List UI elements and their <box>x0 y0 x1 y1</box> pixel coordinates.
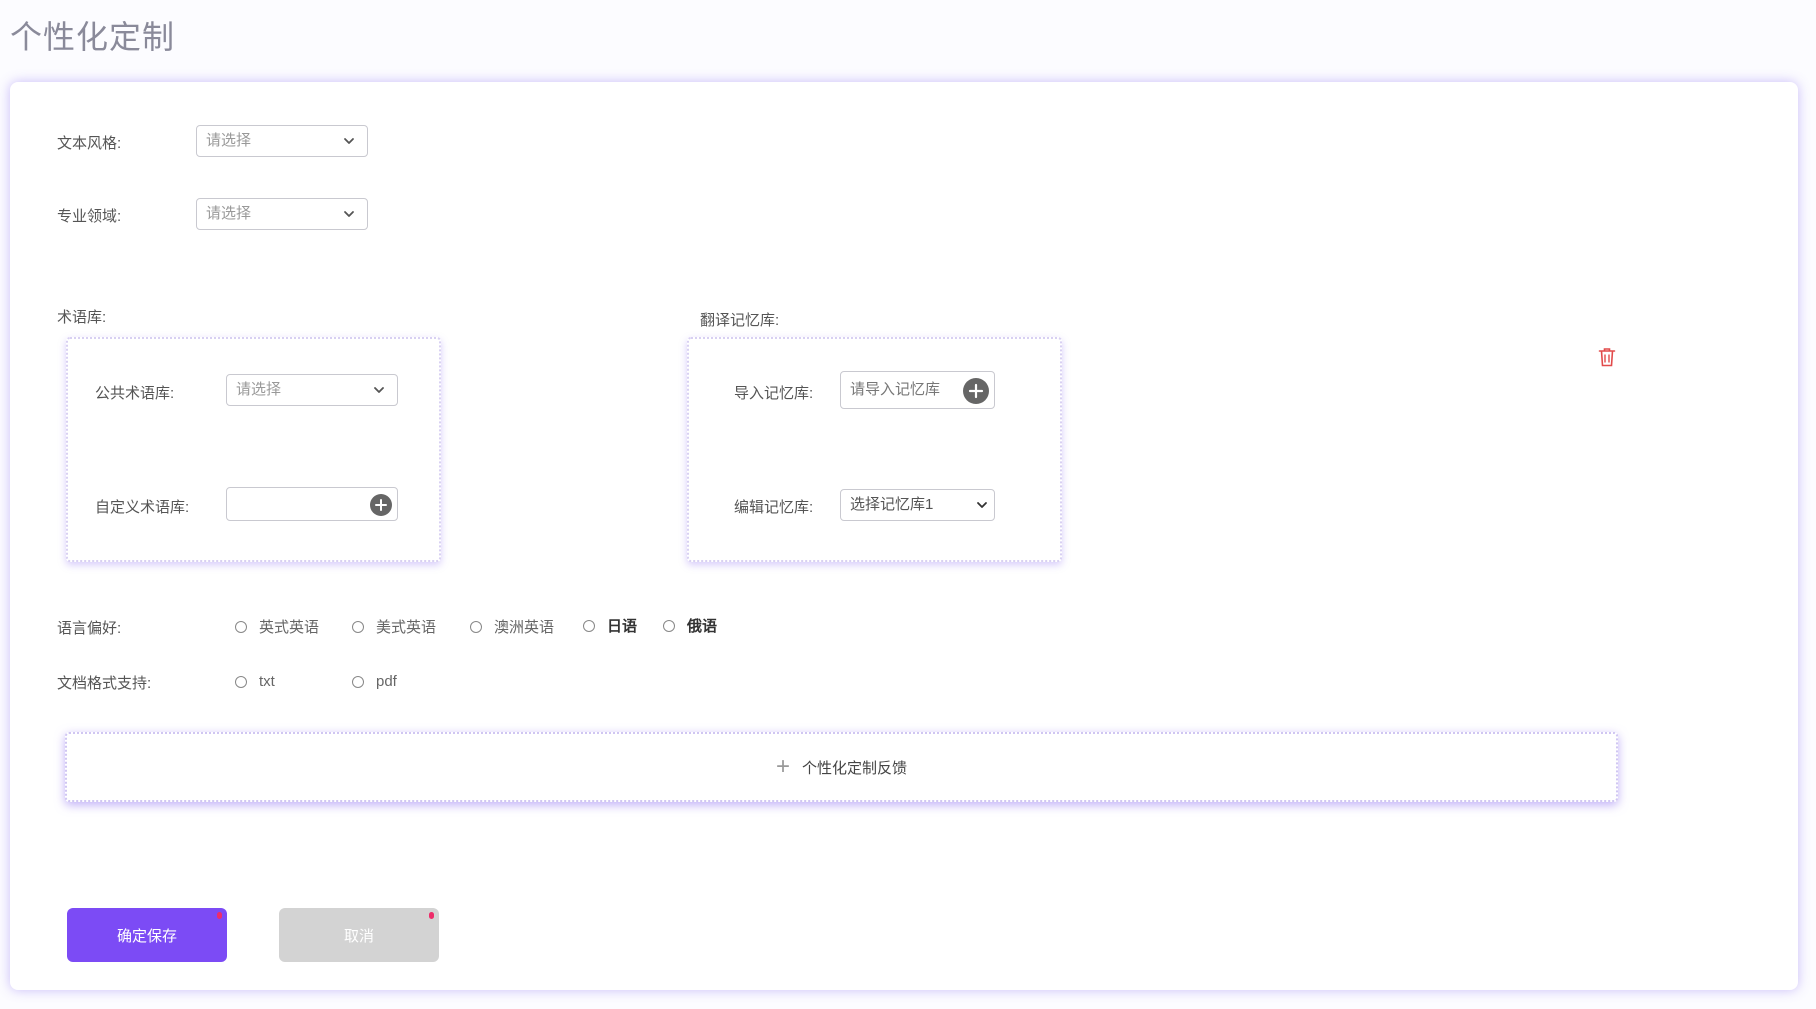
import-memory-input[interactable]: 请导入记忆库 <box>840 371 995 409</box>
language-preference-label: 语言偏好: <box>57 620 122 637</box>
radio-circle-icon <box>352 620 364 633</box>
text-style-value: 请选择 <box>206 132 252 149</box>
chevron-down-icon <box>344 211 354 217</box>
radio-circle-icon <box>663 619 675 632</box>
plus-circle-icon <box>375 499 387 511</box>
radio-label: pdf <box>376 673 397 690</box>
radio-circle-icon <box>470 620 482 633</box>
plus-icon: + <box>775 753 790 780</box>
save-button-label: 确定保存 <box>116 927 177 945</box>
radio-australian-english[interactable]: 澳洲英语 <box>470 616 554 637</box>
page-title: 个性化定制 <box>10 19 176 55</box>
radio-circle-icon <box>235 620 247 633</box>
edit-memory-label: 编辑记忆库: <box>734 499 814 516</box>
text-style-label: 文本风格: <box>57 135 122 152</box>
public-terminology-select[interactable]: 请选择 <box>226 374 398 406</box>
cancel-button-label: 取消 <box>343 927 374 945</box>
domain-select[interactable]: 请选择 <box>196 198 368 230</box>
radio-circle-icon <box>583 619 595 632</box>
edit-memory-select[interactable]: 选择记忆库1 <box>840 489 995 521</box>
terminology-box: 公共术语库: 请选择 自定义术语库: <box>66 337 441 562</box>
chevron-down-icon <box>374 387 384 393</box>
memory-box: 导入记忆库: 请导入记忆库 编辑记忆库: 选择记忆库1 <box>687 337 1062 562</box>
radio-label: 日语 <box>607 618 638 635</box>
radio-circle-icon <box>352 675 364 688</box>
add-custom-terminology-button[interactable] <box>370 494 392 516</box>
terminology-section-label: 术语库: <box>57 309 107 326</box>
edit-memory-value: 选择记忆库1 <box>850 496 934 513</box>
cancel-button[interactable]: 取消 <box>279 908 439 962</box>
doc-format-label: 文档格式支持: <box>57 675 152 692</box>
feedback-label: 个性化定制反馈 <box>802 759 908 777</box>
radio-british-english[interactable]: 英式英语 <box>235 616 319 637</box>
chevron-down-icon <box>344 138 354 144</box>
custom-terminology-input[interactable] <box>226 487 398 521</box>
radio-label: 俄语 <box>687 618 718 635</box>
domain-value: 请选择 <box>206 205 252 222</box>
public-terminology-value: 请选择 <box>236 381 282 398</box>
radio-txt[interactable]: txt <box>235 673 275 690</box>
custom-terminology-label: 自定义术语库: <box>95 499 190 516</box>
radio-japanese[interactable]: 日语 <box>583 615 637 636</box>
notification-dot <box>217 912 222 919</box>
text-style-select[interactable]: 请选择 <box>196 125 368 157</box>
domain-label: 专业领域: <box>57 208 122 225</box>
import-memory-label: 导入记忆库: <box>734 385 814 402</box>
plus-circle-icon <box>968 383 984 399</box>
customization-feedback-button[interactable]: + 个性化定制反馈 <box>65 732 1618 802</box>
public-terminology-label: 公共术语库: <box>95 385 175 402</box>
save-button[interactable]: 确定保存 <box>67 908 227 962</box>
radio-label: txt <box>259 673 275 690</box>
chevron-down-icon <box>977 502 987 508</box>
notification-dot <box>429 912 434 919</box>
radio-label: 澳洲英语 <box>494 619 555 636</box>
radio-pdf[interactable]: pdf <box>352 673 397 690</box>
trash-icon <box>1598 348 1616 367</box>
radio-russian[interactable]: 俄语 <box>663 615 717 636</box>
import-memory-placeholder: 请导入记忆库 <box>850 381 941 398</box>
radio-label: 英式英语 <box>259 619 320 636</box>
customization-card: 文本风格: 请选择 专业领域: 请选择 术语库: 公共术语库: 请选择 自定义术… <box>10 82 1798 990</box>
memory-section-label: 翻译记忆库: <box>700 312 780 329</box>
radio-label: 美式英语 <box>376 619 437 636</box>
radio-american-english[interactable]: 美式英语 <box>352 616 436 637</box>
radio-circle-icon <box>235 675 247 688</box>
delete-button[interactable] <box>1598 347 1616 372</box>
import-memory-add-button[interactable] <box>963 378 989 404</box>
